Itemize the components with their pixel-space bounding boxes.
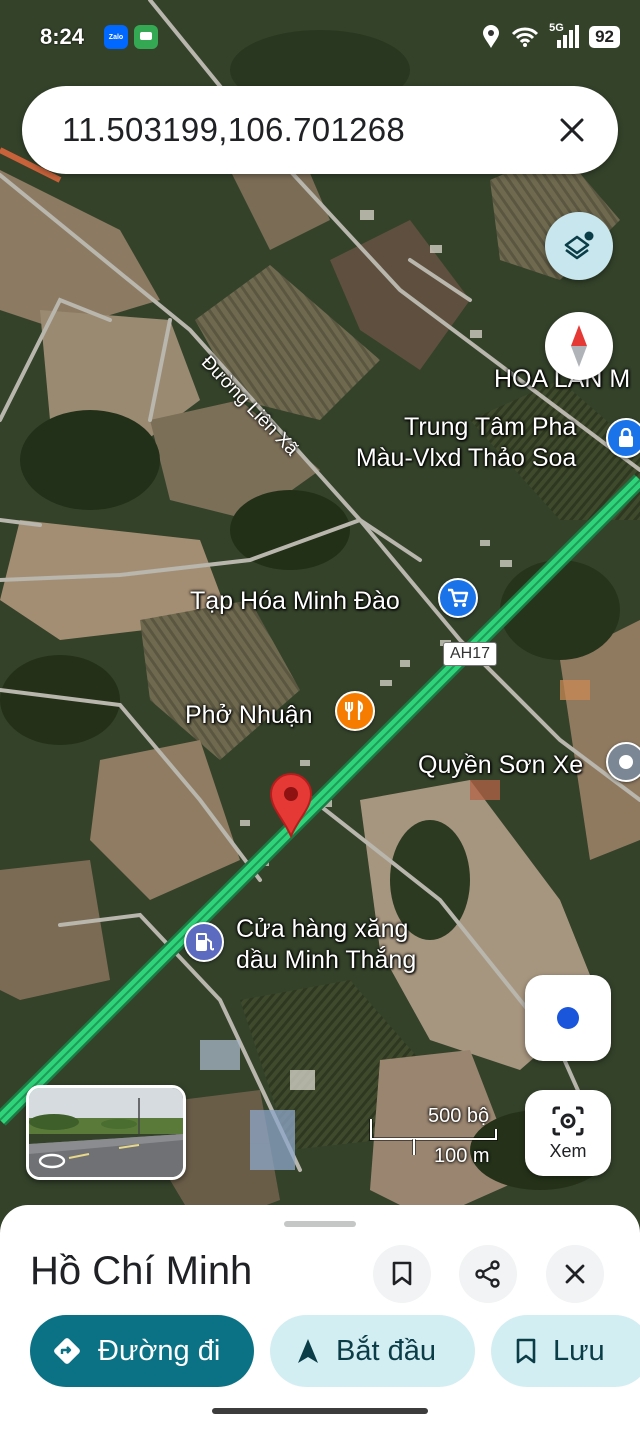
status-icons: 5G 92 <box>481 22 620 50</box>
messages-icon <box>134 25 158 49</box>
my-location-icon <box>557 1007 579 1029</box>
compass-button[interactable] <box>545 312 613 380</box>
directions-icon <box>54 1338 80 1364</box>
directions-label: Đường đi <box>98 1334 221 1367</box>
signal-icon <box>557 25 580 48</box>
zalo-icon: Zalo <box>104 25 128 49</box>
place-label-cua-hang-line1: Cửa hàng xăng <box>236 915 409 943</box>
directions-button[interactable]: Đường đi <box>30 1315 254 1387</box>
share-icon <box>475 1260 500 1288</box>
place-label-trung-tam[interactable]: Trung Tâm Pha Màu-Vlxd Thảo Soa <box>348 412 577 475</box>
bookmark-icon <box>516 1338 536 1364</box>
status-time: 8:24 <box>40 24 85 49</box>
place-label-trung-tam-line1: Trung Tâm Pha <box>404 413 577 441</box>
layers-icon <box>564 231 594 260</box>
signal-indicator: 5G <box>549 22 580 50</box>
battery-level: 92 <box>589 26 620 48</box>
shopping-cart-icon <box>448 588 469 607</box>
save-place-button[interactable] <box>373 1245 431 1303</box>
place-label-trung-tam-line2: Màu-Vlxd Thảo Soa <box>355 444 577 473</box>
gas-station-icon <box>196 933 214 951</box>
place-label-quyen-son[interactable]: Quyền Sơn Xe <box>418 750 583 781</box>
save-button[interactable]: Lưu <box>491 1315 640 1387</box>
lens-button[interactable]: Xem <box>525 1090 611 1176</box>
close-icon <box>560 118 584 142</box>
place-label-pho-nhuan[interactable]: Phở Nhuận <box>185 700 313 731</box>
gesture-navigation-bar[interactable] <box>212 1408 428 1414</box>
message-bubble-icon <box>140 32 152 40</box>
compass-icon <box>571 325 587 367</box>
map-pin-icon[interactable] <box>267 772 315 838</box>
layers-button[interactable] <box>545 212 613 280</box>
start-label: Bắt đầu <box>336 1334 436 1367</box>
close-icon <box>565 1264 585 1284</box>
scale-metric: 100 m <box>434 1145 490 1167</box>
circle-poi-icon <box>619 755 633 769</box>
save-label: Lưu <box>553 1334 605 1367</box>
gas-station-poi-pin[interactable] <box>184 922 224 962</box>
lens-label: Xem <box>549 1140 587 1161</box>
clear-search-button[interactable] <box>552 110 592 150</box>
place-bottom-sheet[interactable]: Hồ Chí Minh Đường đi Bắt đầu Lưu <box>0 1205 640 1430</box>
rotate-360-icon <box>38 1153 66 1169</box>
lens-icon <box>552 1106 584 1135</box>
place-title: Hồ Chí Minh <box>30 1249 253 1293</box>
place-label-cua-hang-xang[interactable]: Cửa hàng xăng dầu Minh Thắng <box>236 914 416 977</box>
restaurant-icon <box>345 700 364 720</box>
lock-icon <box>619 428 633 447</box>
place-label-tap-hoa[interactable]: Tạp Hóa Minh Đào <box>190 586 400 617</box>
lock-poi-pin[interactable] <box>606 418 640 458</box>
sheet-drag-handle[interactable] <box>284 1221 356 1227</box>
place-label-cua-hang-line2: dầu Minh Thắng <box>236 946 417 975</box>
close-sheet-button[interactable] <box>546 1245 604 1303</box>
shopping-poi-pin[interactable] <box>438 578 478 618</box>
gray-poi-pin[interactable] <box>606 742 640 782</box>
map-scale: 500 bộ 100 m <box>368 1105 508 1175</box>
search-input[interactable]: 11.503199,106.701268 <box>62 111 552 149</box>
status-bar: 8:24 Zalo 5G 92 <box>0 0 640 78</box>
restaurant-poi-pin[interactable] <box>335 691 375 731</box>
search-bar[interactable]: 11.503199,106.701268 <box>22 86 618 174</box>
navigation-arrow-icon <box>298 1339 318 1363</box>
wifi-icon <box>512 27 539 47</box>
share-button[interactable] <box>459 1245 517 1303</box>
route-shield-ah17: AH17 <box>443 642 498 666</box>
location-icon <box>483 25 500 48</box>
bookmark-icon <box>392 1261 412 1286</box>
zalo-icon-label: Zalo <box>108 33 124 41</box>
my-location-button[interactable] <box>525 975 611 1061</box>
start-navigation-button[interactable]: Bắt đầu <box>270 1315 475 1387</box>
street-view-thumbnail[interactable] <box>26 1085 186 1180</box>
